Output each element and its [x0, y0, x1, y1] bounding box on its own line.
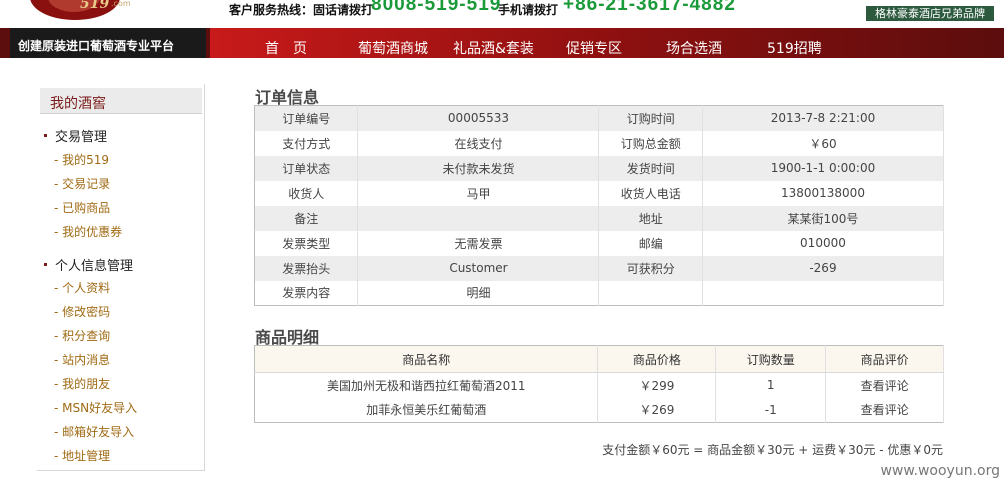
value-cell: 明细: [357, 280, 600, 306]
brand-link[interactable]: 格林豪泰酒店兄弟品牌: [866, 6, 994, 21]
value-cell: 010000: [702, 230, 945, 256]
section-heading: 个人信息管理: [55, 259, 134, 274]
label-cell: 发货时间: [598, 155, 703, 181]
value-cell: 1900-1-1 0:00:00: [702, 155, 945, 181]
table-row: 支付方式 在线支付 订购总金额 ￥60: [254, 130, 945, 156]
sidebar-title-box: 我的酒窖: [40, 88, 202, 114]
nav-item-wine-mall[interactable]: 葡萄酒商城: [358, 38, 428, 58]
table-row: 发票抬头 Customer 可获积分 -269: [254, 255, 945, 281]
service-hotline-label: 客户服务热线：固话请拨打: [229, 3, 374, 17]
product-name-cell: 加菲永恒美乐红葡萄酒: [254, 397, 599, 423]
sidebar-item-trade-records[interactable]: - 交易记录: [54, 175, 110, 192]
column-header-review: 商品评价: [825, 345, 944, 373]
site-slogan: 创建原装进口葡萄酒专业平台: [18, 39, 175, 53]
table-row: 美国加州无极和谐西拉红葡萄酒2011 ￥299 1 查看评论: [254, 372, 944, 398]
column-header-price: 商品价格: [597, 345, 717, 373]
nav-item-gift-wine[interactable]: 礼品酒&套装: [453, 38, 534, 58]
section-personal-info: 个人信息管理: [44, 255, 133, 274]
top-header: 519 .com 客户服务热线：固话请拨打 8008-519-519 手机请拨打…: [0, 0, 1004, 28]
nav-item-occasion[interactable]: 场合选酒: [666, 38, 722, 58]
view-review-link[interactable]: 查看评论: [825, 372, 944, 398]
label-cell: 订购总金额: [598, 130, 703, 156]
label-cell: 订单状态: [254, 155, 359, 181]
label-cell: 发票抬头: [254, 255, 359, 281]
sidebar-item-msn-import[interactable]: - MSN好友导入: [54, 399, 137, 416]
sidebar-item-my519[interactable]: - 我的519: [54, 151, 109, 168]
bullet-icon: [44, 134, 47, 137]
sidebar-item-coupons[interactable]: - 我的优惠券: [54, 223, 122, 240]
sidebar-item-change-password[interactable]: - 修改密码: [54, 303, 110, 320]
value-cell: 某某街100号: [702, 205, 945, 231]
view-review-link[interactable]: 查看评论: [825, 397, 944, 423]
bullet-icon: [44, 263, 47, 266]
nav-item-careers[interactable]: 519招聘: [767, 38, 822, 58]
section-heading: 交易管理: [55, 130, 108, 145]
slogan-box: 创建原装进口葡萄酒专业平台: [10, 28, 206, 58]
product-qty-cell: -1: [715, 397, 827, 423]
main-nav: 首 页 葡萄酒商城 礼品酒&套装 促销专区 场合选酒 519招聘: [210, 28, 1004, 58]
nav-bar: 创建原装进口葡萄酒专业平台 首 页 葡萄酒商城 礼品酒&套装 促销专区 场合选酒…: [0, 28, 1004, 58]
label-cell: 发票类型: [254, 230, 359, 256]
label-cell: 可获积分: [598, 255, 703, 281]
product-name-cell: 美国加州无极和谐西拉红葡萄酒2011: [254, 372, 599, 398]
sidebar: 我的酒窖 交易管理 - 我的519 - 交易记录 - 已购商品 - 我的优惠券 …: [37, 84, 205, 471]
section-trade-management: 交易管理: [44, 126, 107, 145]
order-info-table: 订单编号 00005533 订购时间 2013-7-8 2:21:00 支付方式 在线支付…: [254, 105, 945, 306]
sidebar-item-email-import[interactable]: - 邮箱好友导入: [54, 423, 134, 440]
sidebar-item-purchased-goods[interactable]: - 已购商品: [54, 199, 110, 216]
column-header-qty: 订购数量: [715, 345, 827, 373]
table-row: 备注 地址 某某街100号: [254, 205, 945, 231]
label-cell: 地址: [598, 205, 703, 231]
value-cell: [357, 205, 600, 231]
table-row: 订单编号 00005533 订购时间 2013-7-8 2:21:00: [254, 105, 945, 131]
table-row: 加菲永恒美乐红葡萄酒 ￥269 -1 查看评论: [254, 397, 944, 423]
column-header-name: 商品名称: [254, 345, 599, 373]
value-cell: 无需发票: [357, 230, 600, 256]
value-cell: 2013-7-8 2:21:00: [702, 105, 945, 131]
value-cell: -269: [702, 255, 945, 281]
product-price-cell: ￥299: [597, 372, 717, 398]
sidebar-item-points[interactable]: - 积分查询: [54, 327, 110, 344]
value-cell: 未付款未发货: [357, 155, 600, 181]
logo-suffix: .com: [111, 0, 131, 8]
label-cell: 订单编号: [254, 105, 359, 131]
watermark: www.wooyun.org: [878, 463, 1002, 479]
table-row: 发票内容 明细: [254, 280, 945, 306]
value-cell: 在线支付: [357, 130, 600, 156]
value-cell: ￥60: [702, 130, 945, 156]
value-cell: 00005533: [357, 105, 600, 131]
label-cell: [598, 280, 703, 306]
table-row: 收货人 马甲 收货人电话 13800138000: [254, 180, 945, 206]
product-table: 商品名称 商品价格 订购数量 商品评价 美国加州无极和谐西拉红葡萄酒2011 ￥2…: [254, 345, 944, 423]
value-cell: [702, 280, 945, 306]
nav-item-home[interactable]: 首 页: [265, 38, 307, 58]
label-cell: 收货人电话: [598, 180, 703, 206]
label-cell: 收货人: [254, 180, 359, 206]
label-cell: 邮编: [598, 230, 703, 256]
value-cell: 马甲: [357, 180, 600, 206]
label-cell: 订购时间: [598, 105, 703, 131]
value-cell: Customer: [357, 255, 600, 281]
mobile-hotline-label: 手机请拨打: [498, 3, 559, 17]
value-cell: 13800138000: [702, 180, 945, 206]
service-hotline-number: 8008-519-519: [371, 0, 502, 15]
table-row: 发票类型 无需发票 邮编 010000: [254, 230, 945, 256]
sidebar-item-messages[interactable]: - 站内消息: [54, 351, 110, 368]
sidebar-item-address[interactable]: - 地址管理: [54, 447, 110, 464]
product-qty-cell: 1: [715, 372, 827, 398]
product-price-cell: ￥269: [597, 397, 717, 423]
mobile-hotline-number: +86-21-3617-4882: [563, 0, 736, 15]
payment-summary: 支付金额￥60元 = 商品金额￥30元 + 运费￥30元 - 优惠￥0元: [602, 443, 943, 457]
sidebar-title[interactable]: 我的酒窖: [50, 93, 106, 113]
sidebar-item-friends[interactable]: - 我的朋友: [54, 375, 110, 392]
label-cell: 发票内容: [254, 280, 359, 306]
table-row: 订单状态 未付款未发货 发货时间 1900-1-1 0:00:00: [254, 155, 945, 181]
sidebar-item-profile[interactable]: - 个人资料: [54, 279, 110, 296]
logo-text[interactable]: 519: [80, 0, 109, 12]
label-cell: 备注: [254, 205, 359, 231]
label-cell: 支付方式: [254, 130, 359, 156]
nav-item-promotions[interactable]: 促销专区: [566, 38, 622, 58]
table-header-row: 商品名称 商品价格 订购数量 商品评价: [254, 345, 944, 373]
